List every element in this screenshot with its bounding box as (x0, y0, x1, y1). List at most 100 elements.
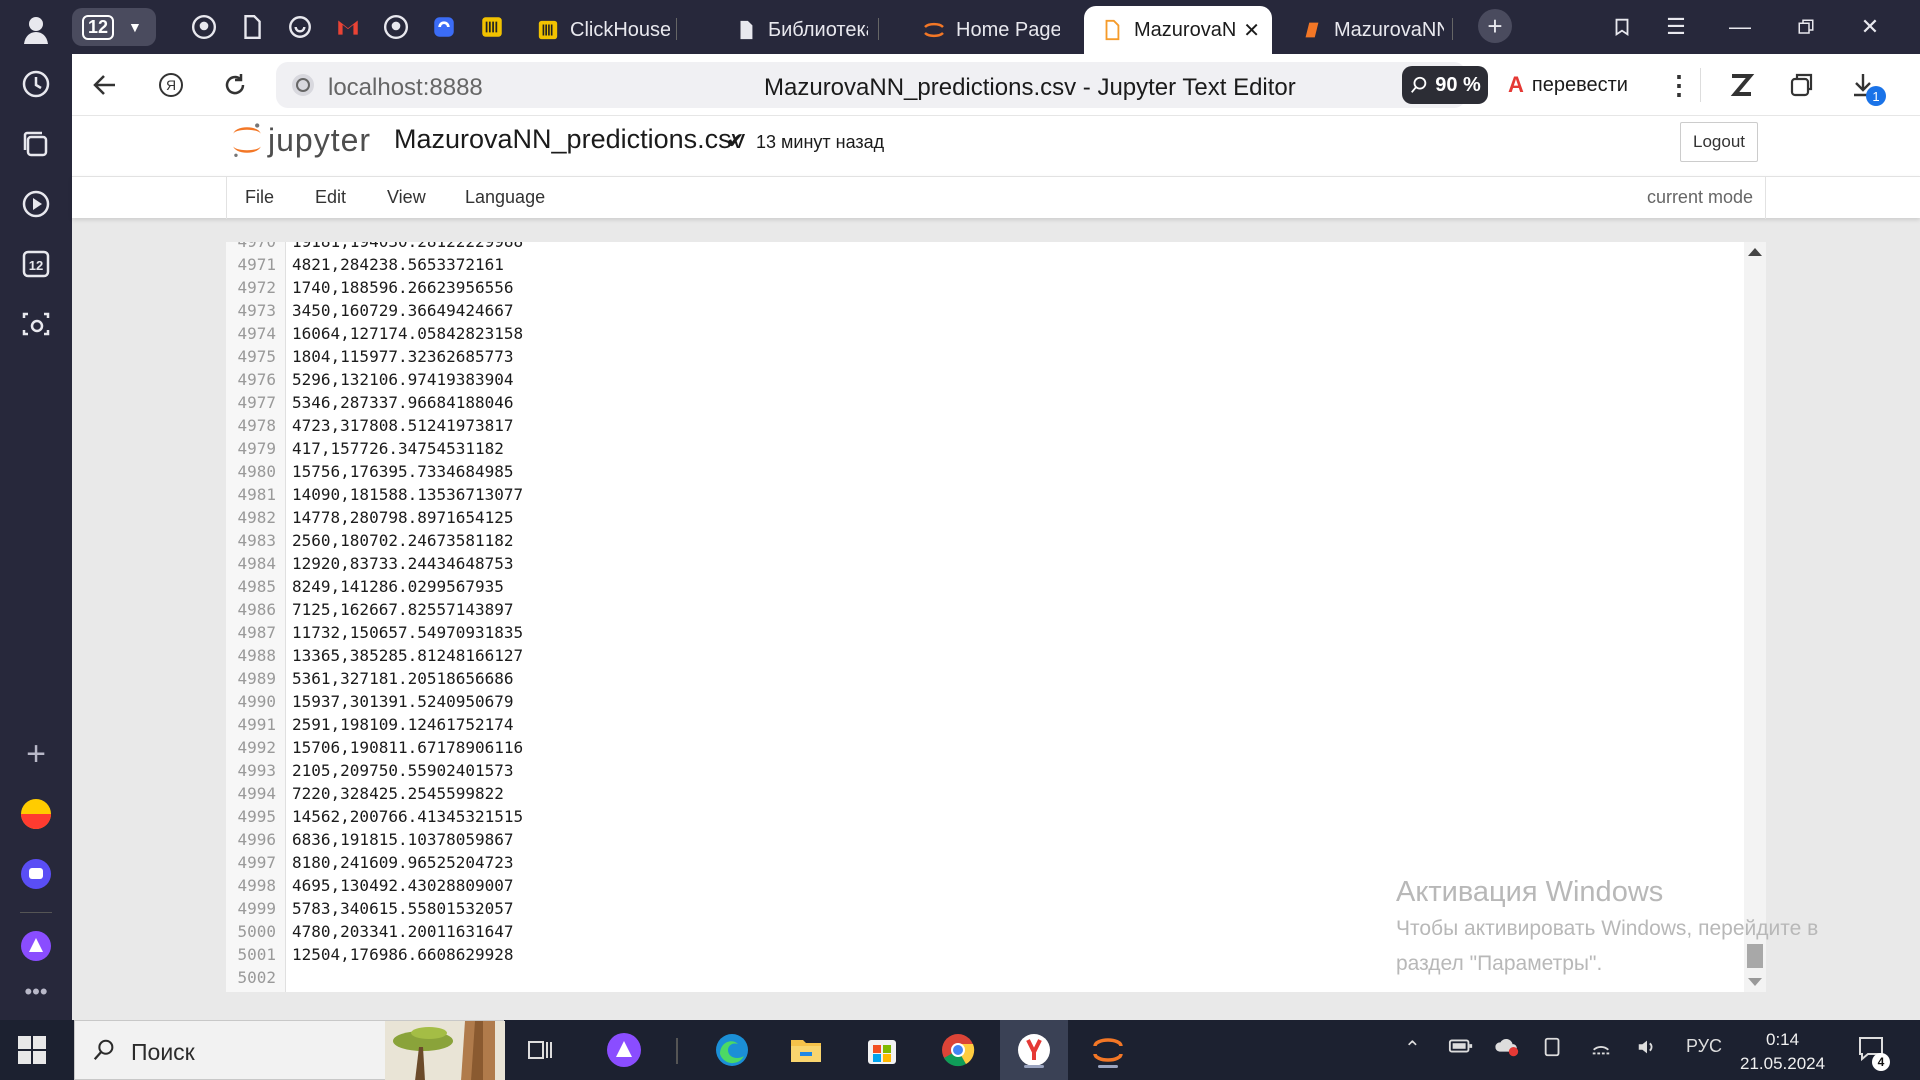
editor-line[interactable]: 4997 8180,241609.96525204723 (226, 851, 1744, 874)
line-text[interactable]: 15706,190811.67178906116 (286, 736, 523, 759)
calendar-icon[interactable]: 12 (12, 240, 60, 288)
video-icon[interactable] (12, 180, 60, 228)
restore-icon[interactable] (1786, 9, 1826, 45)
downloads-icon[interactable]: 1 (1844, 66, 1886, 106)
reload-button[interactable] (216, 66, 254, 104)
language-indicator[interactable]: РУС (1686, 1036, 1722, 1057)
editor-line[interactable]: 4995 14562,200766.41345321515 (226, 805, 1744, 828)
line-text[interactable]: 19181,194030.28122229988 (286, 242, 523, 253)
editor-line[interactable]: 4992 15706,190811.67178906116 (226, 736, 1744, 759)
file-name[interactable]: MazurovaNN_predictions.csv (394, 124, 745, 155)
taskbar-search[interactable]: Поиск (74, 1020, 505, 1080)
translate-button[interactable]: A перевести (1508, 66, 1628, 104)
task-view-icon[interactable] (520, 1030, 560, 1070)
menu-language[interactable]: Language (465, 187, 545, 208)
line-text[interactable] (286, 966, 292, 989)
jupyter-taskbar-icon[interactable] (1088, 1030, 1128, 1070)
tab-notebook[interactable]: MazurovaNN_ (1284, 6, 1444, 54)
gmail-pinned-icon[interactable] (330, 9, 366, 45)
volume-icon[interactable] (1636, 1036, 1658, 1063)
line-text[interactable]: 5296,132106.97419383904 (286, 368, 514, 391)
editor-line[interactable]: 4988 13365,385285.81248166127 (226, 644, 1744, 667)
store-icon[interactable] (862, 1030, 902, 1070)
line-text[interactable]: 2105,209750.55902401573 (286, 759, 514, 782)
menu-file[interactable]: File (245, 187, 274, 208)
line-text[interactable]: 4695,130492.43028809007 (286, 874, 514, 897)
menu-view[interactable]: View (387, 187, 426, 208)
line-text[interactable]: 5783,340615.55801532057 (286, 897, 514, 920)
document-pinned-icon[interactable] (234, 9, 270, 45)
line-text[interactable]: 2560,180702.24673581182 (286, 529, 514, 552)
editor-line[interactable]: 4981 14090,181588.13536713077 (226, 483, 1744, 506)
line-text[interactable]: 13365,385285.81248166127 (286, 644, 523, 667)
tab-group-button[interactable]: 12 ▼ (72, 8, 156, 46)
alice-icon[interactable] (12, 922, 60, 970)
address-bar[interactable]: localhost:8888 MazurovaNN_predictions.cs… (276, 62, 1466, 108)
editor-line[interactable]: 4996 6836,191815.10378059867 (226, 828, 1744, 851)
show-hidden-icons[interactable]: ⌃ (1404, 1036, 1421, 1061)
extensions-icon[interactable] (1782, 66, 1820, 104)
minimize-icon[interactable]: — (1720, 9, 1760, 45)
more-options-icon[interactable]: ⋮ (1660, 66, 1698, 104)
device-icon[interactable] (1542, 1036, 1564, 1063)
line-text[interactable]: 14778,280798.8971654125 (286, 506, 514, 529)
editor-line[interactable]: 4972 1740,188596.26623956556 (226, 276, 1744, 299)
line-text[interactable]: 7220,328425.2545599822 (286, 782, 504, 805)
line-text[interactable]: 8249,141286.0299567935 (286, 575, 504, 598)
tab-home-page[interactable]: Home Page - S (906, 6, 1060, 54)
editor-line[interactable]: 4971 4821,284238.5653372161 (226, 253, 1744, 276)
line-text[interactable]: 16064,127174.05842823158 (286, 322, 523, 345)
zoom-indicator[interactable]: 90 % (1402, 66, 1488, 104)
editor-line[interactable]: 4989 5361,327181.20518656686 (226, 667, 1744, 690)
start-button[interactable] (18, 1036, 46, 1064)
back-button[interactable] (86, 66, 124, 104)
editor-line[interactable]: 4978 4723,317808.51241973817 (226, 414, 1744, 437)
refresh-pinned-icon[interactable] (282, 9, 318, 45)
line-text[interactable]: 4723,317808.51241973817 (286, 414, 514, 437)
cloud-error-icon[interactable] (1494, 1036, 1520, 1063)
line-text[interactable]: 5361,327181.20518656686 (286, 667, 514, 690)
github2-pinned-icon[interactable] (378, 9, 414, 45)
logout-button[interactable]: Logout (1680, 122, 1758, 162)
line-text[interactable]: 4821,284238.5653372161 (286, 253, 504, 276)
line-text[interactable]: 2591,198109.12461752174 (286, 713, 514, 736)
clock[interactable]: 0:14 21.05.2024 (1740, 1028, 1825, 1076)
chrome-icon[interactable] (938, 1030, 978, 1070)
editor-line[interactable]: 4982 14778,280798.8971654125 (226, 506, 1744, 529)
line-text[interactable]: 15756,176395.7334684985 (286, 460, 514, 483)
scroll-down-arrow[interactable] (1748, 978, 1762, 986)
yandex-icon[interactable]: Я (152, 66, 190, 104)
screenshot-icon[interactable] (12, 300, 60, 348)
line-text[interactable]: 12504,176986.6608629928 (286, 943, 514, 966)
barcode-pinned-icon[interactable] (474, 9, 510, 45)
more-icon[interactable]: ••• (12, 968, 60, 1016)
line-text[interactable]: 4780,203341.20011631647 (286, 920, 514, 943)
line-text[interactable]: 14090,181588.13536713077 (286, 483, 523, 506)
line-text[interactable]: 7125,162667.82557143897 (286, 598, 514, 621)
line-text[interactable]: 6836,191815.10378059867 (286, 828, 514, 851)
editor-line[interactable]: 4977 5346,287337.96684188046 (226, 391, 1744, 414)
close-tab-icon[interactable]: ✕ (1243, 18, 1260, 43)
line-text[interactable]: 11732,150657.54970931835 (286, 621, 523, 644)
tab-active-editor[interactable]: MazurovaN ✕ (1084, 6, 1272, 54)
editor-line[interactable]: 4976 5296,132106.97419383904 (226, 368, 1744, 391)
zen-icon[interactable] (1722, 66, 1760, 104)
editor-line[interactable]: 4980 15756,176395.7334684985 (226, 460, 1744, 483)
add-panel-button[interactable]: + (12, 730, 60, 778)
notifications-icon[interactable]: 4 (1856, 1034, 1890, 1071)
editor-line[interactable]: 4991 2591,198109.12461752174 (226, 713, 1744, 736)
editor-line[interactable]: 4994 7220,328425.2545599822 (226, 782, 1744, 805)
tabs-manager-icon[interactable] (1602, 9, 1642, 45)
editor-line[interactable]: 497019181,194030.28122229988 (226, 242, 1744, 253)
editor-line[interactable]: 4984 12920,83733.24434648753 (226, 552, 1744, 575)
editor-line[interactable]: 4974 16064,127174.05842823158 (226, 322, 1744, 345)
battery-icon[interactable] (1448, 1036, 1474, 1061)
menu-edit[interactable]: Edit (315, 187, 346, 208)
editor-line[interactable]: 4990 15937,301391.5240950679 (226, 690, 1744, 713)
mail-app-icon[interactable] (12, 790, 60, 838)
editor-line[interactable]: 4986 7125,162667.82557143897 (226, 598, 1744, 621)
editor-line[interactable]: 4975 1804,115977.32362685773 (226, 345, 1744, 368)
line-text[interactable]: 8180,241609.96525204723 (286, 851, 514, 874)
alice-icon[interactable] (604, 1030, 644, 1070)
close-window-icon[interactable]: ✕ (1850, 9, 1890, 45)
